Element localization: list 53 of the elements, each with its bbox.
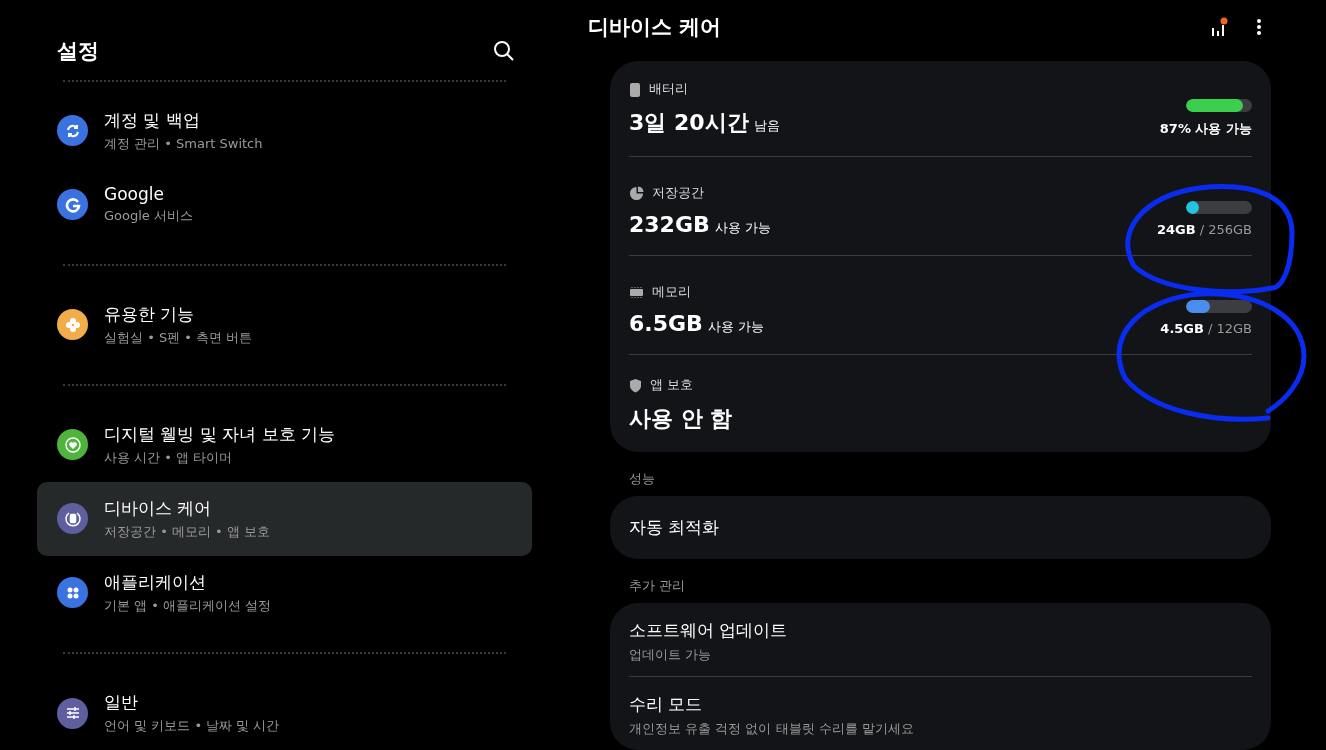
letter-g-icon: [64, 196, 81, 213]
device-care-icon: [63, 509, 82, 528]
menu-item-subtitle: 개인정보 유출 걱정 없이 태블릿 수리를 맡기세요: [629, 720, 915, 738]
item-title: 유용한 기능: [104, 302, 196, 326]
status-label: 저장공간: [652, 184, 704, 202]
item-subtitle: 기본 앱 • 애플리케이션 설정: [104, 596, 272, 615]
item-subtitle: 계정 관리 • Smart Switch: [104, 134, 263, 153]
item-title: 디바이스 케어: [104, 496, 213, 520]
menu-item-title[interactable]: 소프트웨어 업데이트: [629, 619, 1252, 642]
chip-icon: [629, 285, 644, 299]
settings-title: 설정: [57, 37, 99, 65]
item-title: 디지털 웰빙 및 자녀 보호 기능: [104, 422, 336, 446]
flower-icon: [64, 316, 81, 333]
menu-item-title[interactable]: 자동 최적화: [629, 516, 1252, 539]
status-value: 232GB 사용 가능: [629, 212, 771, 237]
menu-item-title[interactable]: 수리 모드: [629, 693, 1252, 716]
settings-item[interactable]: Google Google 서비스: [37, 167, 532, 242]
usage-reading: 24GB / 256GB: [1157, 222, 1252, 237]
bar-chart-icon[interactable]: [1210, 15, 1230, 38]
item-subtitle: 사용 시간 • 앱 타이머: [104, 448, 234, 467]
pie-chart-icon: [629, 185, 644, 201]
status-value: 사용 안 함: [629, 405, 733, 433]
section-heading: 성능: [629, 470, 656, 488]
item-title: 일반: [104, 691, 139, 714]
menu-item-subtitle: 업데이트 가능: [629, 646, 713, 664]
battery-icon: [629, 81, 641, 97]
page-title: 디바이스 케어: [588, 13, 722, 41]
settings-item[interactable]: 일반 언어 및 키보드 • 날짜 및 시간: [37, 676, 532, 750]
status-label: 배터리: [649, 80, 688, 98]
search-icon[interactable]: [493, 39, 515, 62]
shield-icon: [629, 377, 642, 393]
settings-item[interactable]: 디바이스 케어 저장공간 • 메모리 • 앱 보호: [37, 481, 532, 556]
usage-reading: 4.5GB / 12GB: [1160, 321, 1252, 336]
status-label: 메모리: [652, 283, 691, 301]
status-value: 6.5GB 사용 가능: [629, 311, 764, 336]
item-subtitle: Google 서비스: [104, 207, 193, 226]
section-heading: 추가 관리: [629, 577, 687, 595]
status-value: 3일 20시간 남음: [629, 109, 780, 137]
item-subtitle: 언어 및 키보드 • 날짜 및 시간: [104, 717, 280, 735]
item-subtitle: 저장공간 • 메모리 • 앱 보호: [104, 522, 270, 541]
usage-reading: 87% 사용 가능: [1159, 120, 1252, 138]
item-title: 계정 및 백업: [104, 108, 201, 132]
more-options-icon[interactable]: [1256, 17, 1262, 36]
item-title: Google: [104, 184, 165, 205]
sync-icon: [64, 122, 81, 139]
sliders-icon: [64, 705, 81, 721]
item-title: 애플리케이션: [104, 570, 207, 594]
status-label: 앱 보호: [650, 376, 694, 394]
settings-item[interactable]: 유용한 기능 실험실 • S펜 • 측면 버튼: [37, 287, 532, 362]
settings-item[interactable]: 애플리케이션 기본 앱 • 애플리케이션 설정: [37, 555, 532, 630]
settings-item[interactable]: 계정 및 백업 계정 관리 • Smart Switch: [37, 93, 532, 168]
item-subtitle: 실험실 • S펜 • 측면 버튼: [104, 328, 253, 347]
settings-item[interactable]: 디지털 웰빙 및 자녀 보호 기능 사용 시간 • 앱 타이머: [37, 407, 532, 482]
